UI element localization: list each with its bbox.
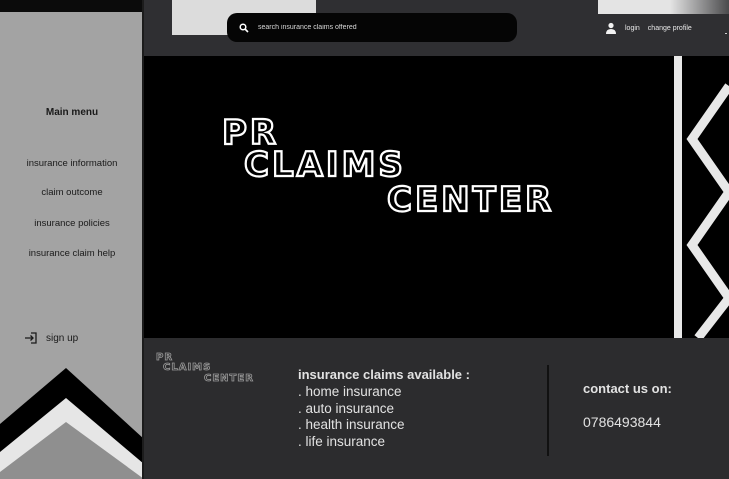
sign-up-label: sign up — [46, 332, 79, 344]
sidebar-item-claim-outcome[interactable]: claim outcome — [0, 187, 144, 198]
top-bar-dot — [725, 33, 727, 34]
search-input[interactable] — [258, 24, 498, 31]
claims-item-health: . health insurance — [298, 417, 405, 433]
sidebar-chevron-decoration — [0, 368, 144, 479]
hero-banner: PR CLAIMS CENTER — [144, 56, 729, 338]
claims-item-auto: . auto insurance — [298, 400, 395, 416]
sidebar-item-insurance-policies[interactable]: insurance policies — [0, 218, 144, 229]
sign-in-icon — [25, 332, 37, 344]
sidebar-item-insurance-information[interactable]: insurance information — [0, 158, 144, 169]
search-bar[interactable] — [227, 13, 517, 42]
claims-list: insurance claims available : . home insu… — [298, 367, 470, 450]
hero-brand-logo: PR CLAIMS CENTER — [222, 114, 554, 214]
contact-title: contact us on: — [583, 381, 672, 396]
user-icon[interactable] — [605, 22, 617, 34]
footer-brand-line2: CLAIMS — [163, 362, 211, 373]
login-link[interactable]: login — [625, 25, 640, 32]
sidebar: Main menu insurance information claim ou… — [0, 0, 144, 479]
sign-up-button[interactable]: sign up — [24, 331, 78, 345]
hero-brand-line3: CENTER — [387, 180, 554, 214]
footer-brand-logo: PR CLAIMS CENTER — [156, 352, 254, 384]
contact-phone[interactable]: 0786493844 — [583, 414, 661, 430]
top-bar: login change profile — [144, 0, 729, 56]
search-icon[interactable] — [239, 22, 249, 33]
main-menu-title: Main menu — [45, 107, 99, 118]
claims-item-home: . home insurance — [298, 384, 402, 399]
sidebar-top-strip — [0, 0, 144, 12]
claims-heading: insurance claims available : — [298, 367, 470, 382]
sidebar-item-insurance-claim-help[interactable]: insurance claim help — [0, 248, 144, 259]
top-decor-gradient — [598, 0, 729, 14]
footer-divider — [547, 365, 549, 456]
hero-zigzag-decoration — [668, 56, 729, 338]
footer-brand-line3: CENTER — [204, 373, 254, 384]
change-profile-link[interactable]: change profile — [648, 25, 692, 32]
user-area: login change profile — [605, 22, 692, 34]
footer: PR CLAIMS CENTER insurance claims availa… — [144, 338, 729, 479]
hero-brand-line2: CLAIMS — [244, 145, 406, 185]
claims-item-life: . life insurance — [298, 433, 386, 449]
